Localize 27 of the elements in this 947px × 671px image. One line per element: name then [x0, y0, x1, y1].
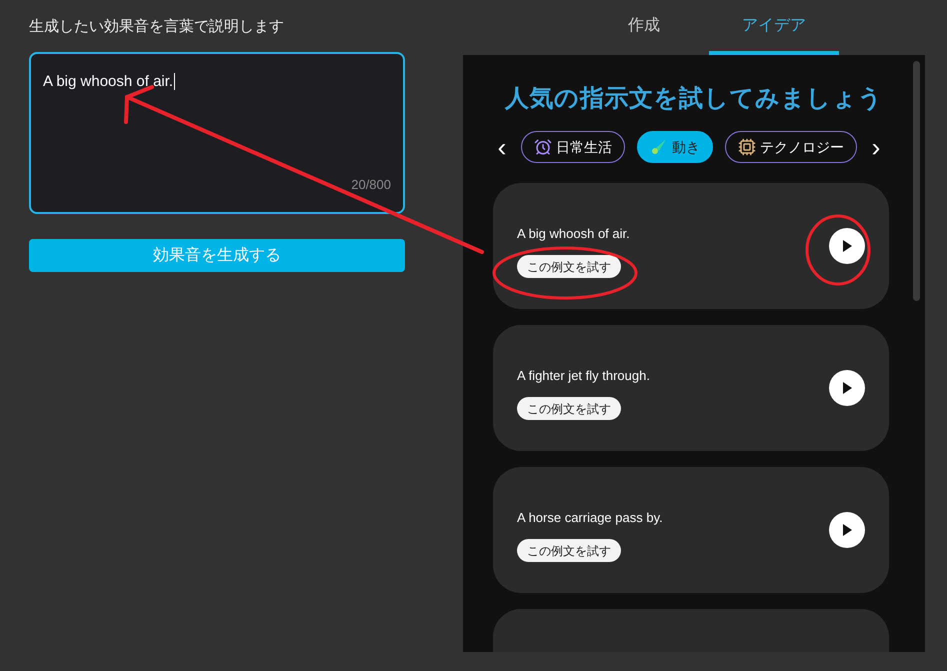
try-example-button[interactable]: この例文を試す [517, 255, 621, 278]
previous-button[interactable]: ‹ [495, 134, 509, 160]
category-chip[interactable]: 動き [637, 131, 713, 163]
category-chip[interactable]: テクノロジー [725, 131, 857, 163]
alarm-clock-icon [534, 138, 552, 156]
try-example-button[interactable]: この例文を試す [517, 539, 621, 562]
prompt-text: A big whoosh of air. [43, 73, 176, 90]
ideas-title: 人気の指示文を試してみましょう [505, 84, 883, 114]
tab[interactable]: 作成 [579, 0, 709, 55]
prompt-label: 生成したい効果音を言葉で説明します [29, 17, 285, 36]
example-text: A big whoosh of air. [517, 224, 630, 243]
play-icon [842, 382, 852, 394]
prompt-field[interactable]: A big whoosh of air. 20/800 [29, 52, 405, 214]
play-icon [842, 524, 852, 536]
example-text: A fighter jet fly through. [517, 366, 650, 385]
category-chip[interactable]: 日常生活 [521, 131, 625, 163]
play-icon [842, 240, 852, 252]
annotation-ellipse [806, 214, 870, 286]
try-example-button[interactable]: この例文を試す [517, 397, 621, 420]
next-button[interactable]: › [869, 134, 883, 160]
example-text: A horse carriage pass by. [517, 508, 663, 527]
comet-icon [650, 138, 668, 156]
character-counter: 20/800 [351, 176, 391, 194]
play-button[interactable] [829, 370, 865, 406]
play-button[interactable] [829, 512, 865, 548]
chip-icon [738, 138, 756, 156]
play-button[interactable] [829, 228, 865, 264]
